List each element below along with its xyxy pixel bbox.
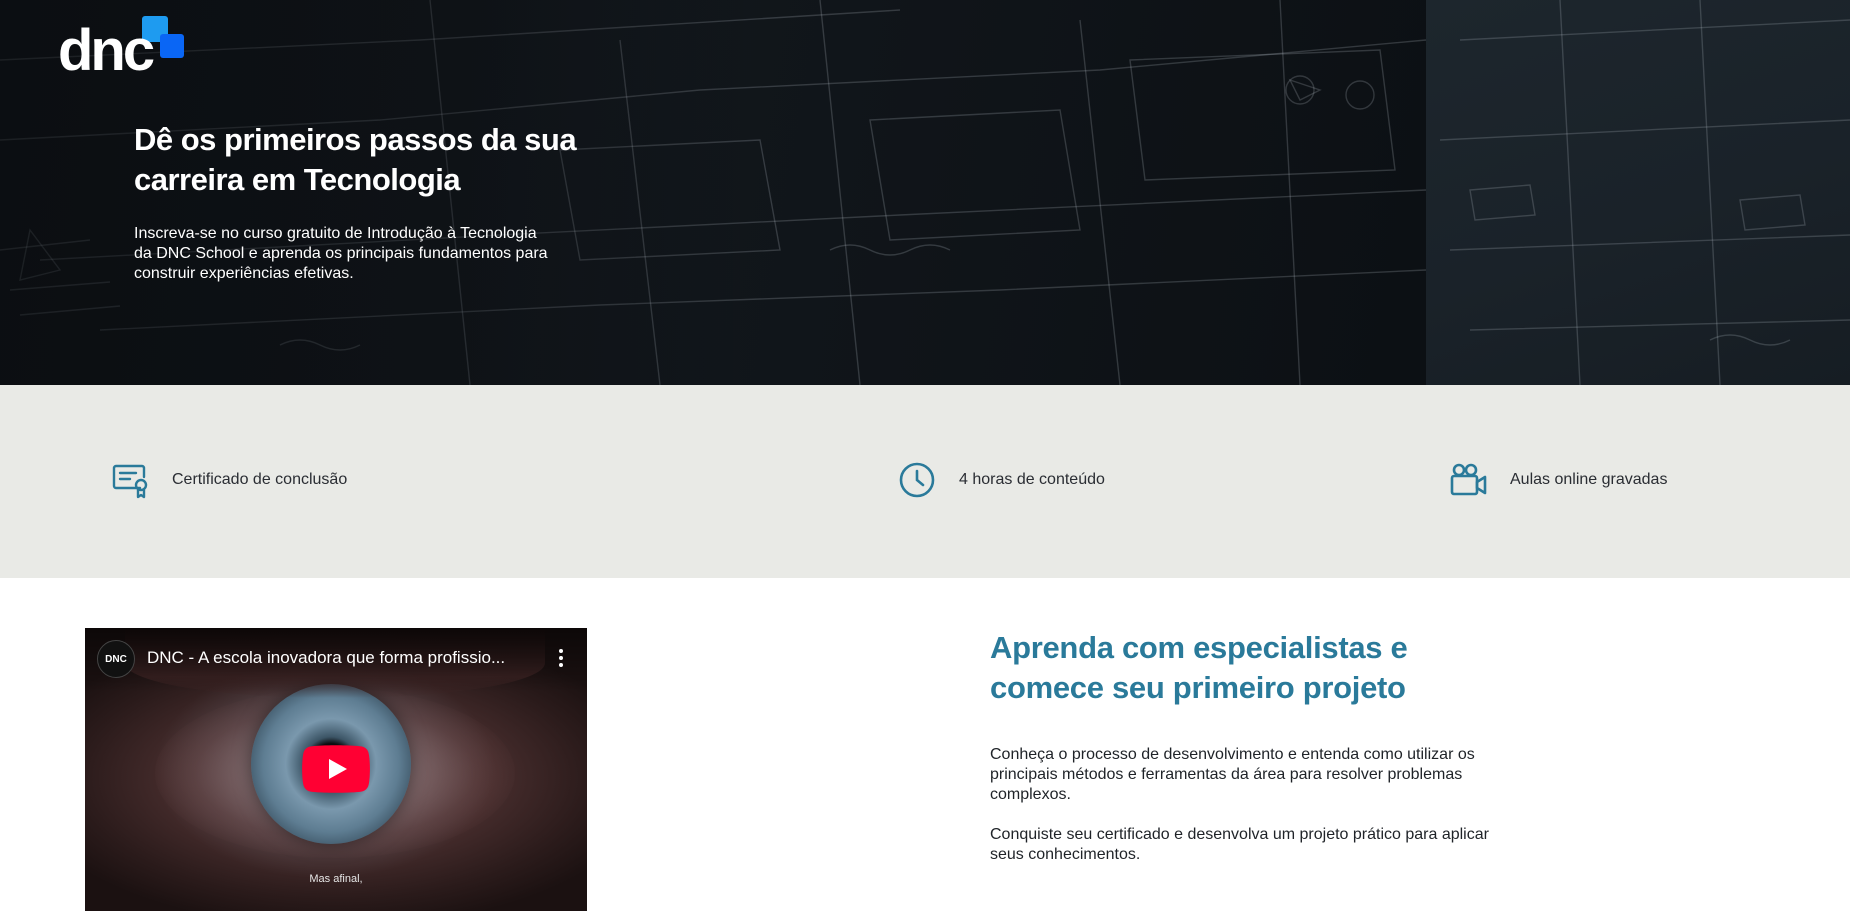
clock-icon [897, 460, 937, 500]
video-title[interactable]: DNC - A escola inovadora que forma profi… [147, 648, 535, 668]
youtube-video-embed[interactable]: DNC DNC - A escola inovadora que forma p… [85, 628, 587, 911]
channel-avatar[interactable]: DNC [97, 640, 135, 678]
logo-text: dnc [58, 18, 155, 83]
video-camera-icon [1448, 460, 1488, 500]
feature-label: 4 horas de conteúdo [959, 471, 1105, 488]
feature-hours: 4 horas de conteúdo [897, 460, 1105, 500]
hero-title: Dê os primeiros passos da sua carreira e… [134, 122, 577, 197]
section-paragraph: Conheça o processo de desenvolvimento e … [990, 746, 1475, 803]
hero-subtitle: Inscreva-se no curso gratuito de Introdu… [134, 225, 548, 282]
feature-label: Certificado de conclusão [172, 471, 348, 488]
feature-online-classes: Aulas online gravadas [1448, 460, 1667, 500]
feature-label: Aulas online gravadas [1510, 471, 1668, 488]
logo-square-dark [160, 34, 184, 58]
play-button-icon[interactable] [302, 745, 370, 793]
feature-certificate: Certificado de conclusão [110, 460, 347, 500]
video-caption: Mas afinal, [309, 873, 363, 885]
section-paragraph: Conquiste seu certificado e desenvolva u… [990, 826, 1489, 863]
section-title: Aprenda com especialistas e comece seu p… [990, 630, 1408, 705]
certificate-icon [110, 460, 150, 500]
dnc-logo[interactable]: dnc [58, 14, 188, 80]
more-options-icon[interactable] [553, 646, 569, 670]
features-bar: Certificado de conclusão 4 horas de cont… [0, 385, 1850, 578]
hero-banner: dnc Dê os primeiros passos da sua carrei… [0, 0, 1850, 385]
